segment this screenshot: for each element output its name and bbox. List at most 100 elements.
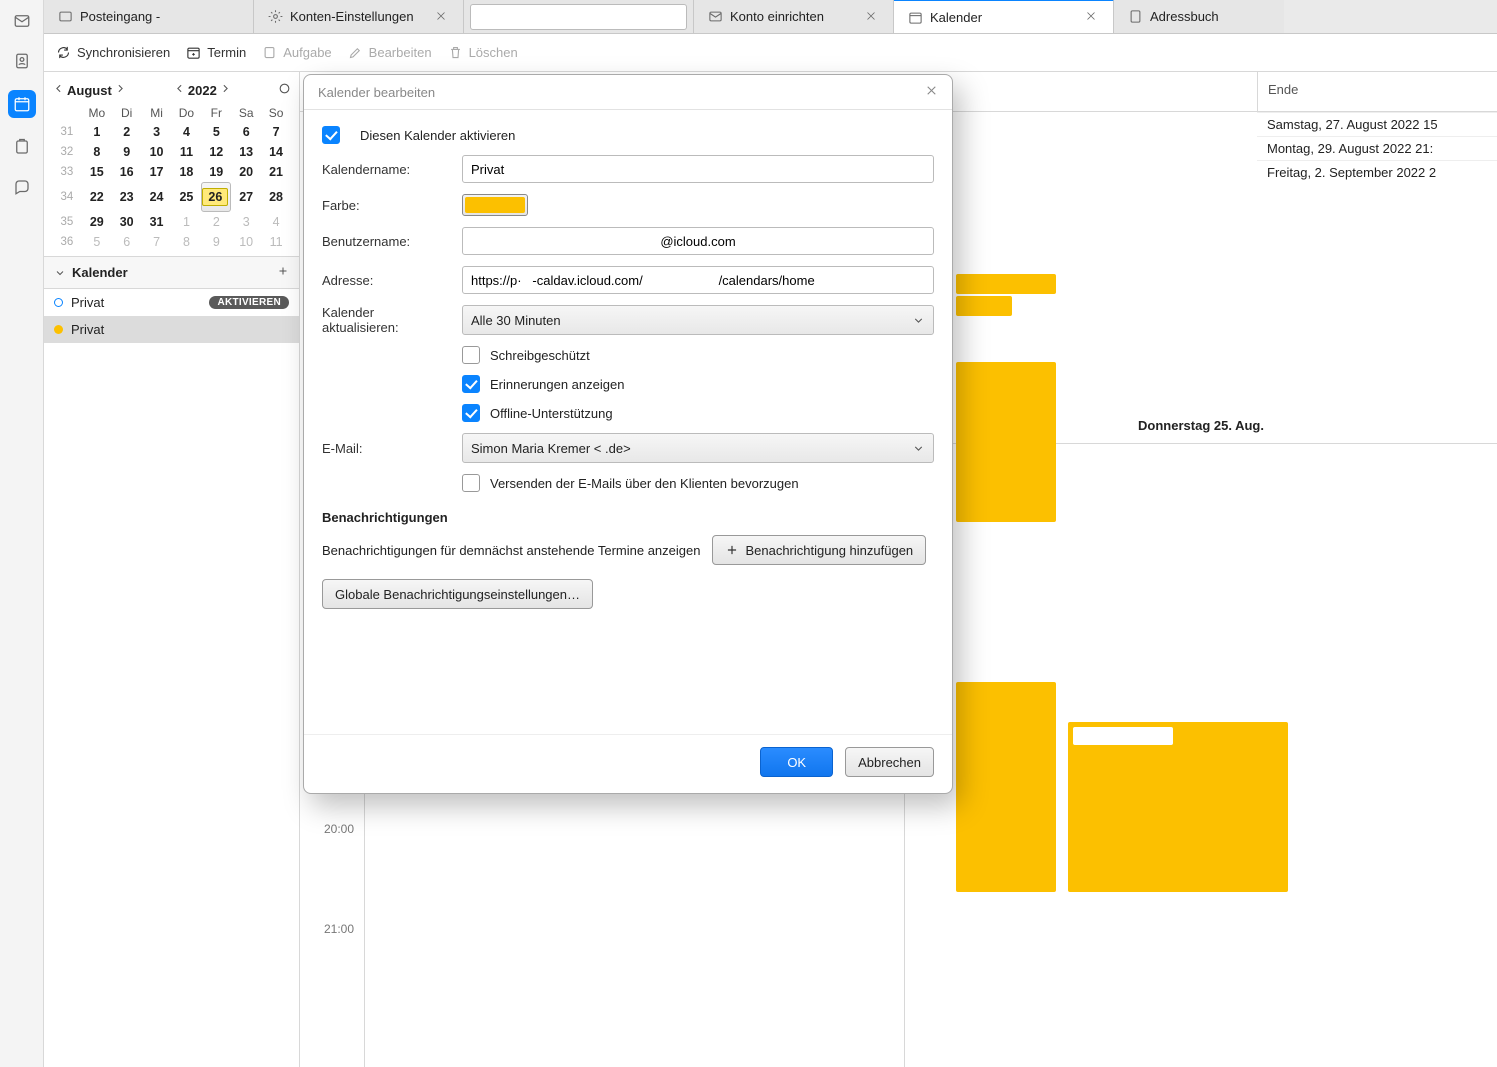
calendar-row[interactable]: Privat bbox=[44, 316, 299, 343]
delete-button[interactable]: Löschen bbox=[448, 45, 518, 60]
mini-calendar-day[interactable]: 3 bbox=[142, 122, 172, 142]
mini-calendar-day[interactable]: 2 bbox=[112, 122, 142, 142]
mini-calendar-day[interactable]: 8 bbox=[82, 142, 112, 162]
add-calendar-icon[interactable] bbox=[277, 265, 289, 280]
mini-calendar-day[interactable]: 25 bbox=[172, 182, 202, 212]
tab-addressbook[interactable]: Adressbuch bbox=[1114, 0, 1284, 33]
tasks-icon[interactable] bbox=[11, 136, 33, 158]
left-rail bbox=[0, 0, 44, 1067]
mini-calendar-day[interactable]: 28 bbox=[261, 182, 291, 212]
mini-calendar-day[interactable]: 12 bbox=[201, 142, 231, 162]
mini-calendar-day[interactable]: 7 bbox=[142, 232, 172, 252]
mini-calendar-day[interactable]: 10 bbox=[231, 232, 261, 252]
activate-badge[interactable]: AKTIVIEREN bbox=[209, 296, 289, 309]
mini-calendar-day[interactable]: 5 bbox=[201, 122, 231, 142]
username-input[interactable] bbox=[462, 227, 934, 255]
close-icon[interactable] bbox=[925, 84, 938, 100]
today-icon[interactable] bbox=[278, 82, 291, 98]
refresh-select[interactable]: Alle 30 Minuten bbox=[462, 305, 934, 335]
next-month-icon[interactable] bbox=[114, 82, 127, 98]
addressbook-icon[interactable] bbox=[11, 50, 33, 72]
calendar-icon[interactable] bbox=[8, 90, 36, 118]
activate-checkbox[interactable] bbox=[322, 126, 340, 144]
edit-button[interactable]: Bearbeiten bbox=[348, 45, 432, 60]
reminders-checkbox[interactable] bbox=[462, 375, 480, 393]
mini-calendar-day[interactable]: 7 bbox=[261, 122, 291, 142]
mini-calendar-day[interactable]: 19 bbox=[201, 162, 231, 182]
mini-calendar-day[interactable]: 14 bbox=[261, 142, 291, 162]
mail-icon[interactable] bbox=[11, 10, 33, 32]
agenda-row[interactable]: Samstag, 27. August 2022 15 bbox=[1257, 112, 1497, 136]
mini-calendar-day[interactable]: 11 bbox=[261, 232, 291, 252]
chat-icon[interactable] bbox=[11, 176, 33, 198]
mini-calendar-day[interactable]: 4 bbox=[261, 212, 291, 232]
agenda-row[interactable]: Montag, 29. August 2022 21: bbox=[1257, 136, 1497, 160]
event-button[interactable]: Termin bbox=[186, 45, 246, 60]
mini-calendar-day[interactable]: 20 bbox=[231, 162, 261, 182]
mini-calendar-day[interactable]: 3 bbox=[231, 212, 261, 232]
search-input[interactable] bbox=[470, 4, 687, 30]
global-notifications-button[interactable]: Globale Benachrichtigungseinstellungen… bbox=[322, 579, 593, 609]
tab-calendar[interactable]: Kalender bbox=[894, 0, 1114, 33]
mini-calendar-day[interactable]: 16 bbox=[112, 162, 142, 182]
mini-calendar-day[interactable]: 21 bbox=[261, 162, 291, 182]
mini-calendar-day[interactable]: 18 bbox=[172, 162, 202, 182]
mini-calendar-day[interactable]: 10 bbox=[142, 142, 172, 162]
calendar-list-header[interactable]: Kalender bbox=[44, 256, 299, 289]
tab-setup[interactable]: Konto einrichten bbox=[694, 0, 894, 33]
mini-calendar-day[interactable]: 6 bbox=[112, 232, 142, 252]
event-block[interactable] bbox=[956, 682, 1056, 892]
event-block[interactable] bbox=[956, 274, 1056, 294]
mini-calendar-day[interactable]: 15 bbox=[82, 162, 112, 182]
tab-inbox[interactable]: Posteingang - bbox=[44, 0, 254, 33]
sync-button[interactable]: Synchronisieren bbox=[56, 45, 170, 60]
mini-calendar-day[interactable]: 4 bbox=[172, 122, 202, 142]
tab-accounts[interactable]: Konten-Einstellungen bbox=[254, 0, 464, 33]
mini-calendar-day[interactable]: 29 bbox=[82, 212, 112, 232]
color-button[interactable] bbox=[462, 194, 528, 216]
ok-button[interactable]: OK bbox=[760, 747, 833, 777]
event-block[interactable] bbox=[1068, 722, 1288, 892]
mini-calendar-day[interactable]: 31 bbox=[142, 212, 172, 232]
email-select[interactable]: Simon Maria Kremer < .de> bbox=[462, 433, 934, 463]
address-input[interactable] bbox=[462, 266, 934, 294]
mini-calendar-day[interactable]: 22 bbox=[82, 182, 112, 212]
close-icon[interactable] bbox=[1085, 10, 1099, 24]
event-block[interactable] bbox=[956, 362, 1056, 522]
mini-calendar-day[interactable]: 9 bbox=[112, 142, 142, 162]
mini-calendar-day[interactable]: 5 bbox=[82, 232, 112, 252]
mini-calendar-day[interactable]: 9 bbox=[201, 232, 231, 252]
offline-checkbox[interactable] bbox=[462, 404, 480, 422]
mini-calendar-day[interactable]: 11 bbox=[172, 142, 202, 162]
mini-calendar-day[interactable]: 13 bbox=[231, 142, 261, 162]
prev-year-icon[interactable] bbox=[173, 82, 186, 98]
next-year-icon[interactable] bbox=[219, 82, 232, 98]
mini-calendar-day[interactable]: 24 bbox=[142, 182, 172, 212]
mini-calendar-day[interactable]: 1 bbox=[172, 212, 202, 232]
calendar-row[interactable]: Privat AKTIVIEREN bbox=[44, 289, 299, 316]
calendar-name: Privat bbox=[71, 322, 104, 337]
mini-calendar-grid[interactable]: MoDiMiDoFrSaSo 3112345673289101112131433… bbox=[52, 104, 291, 252]
mini-calendar-day[interactable]: 26 bbox=[201, 182, 231, 212]
prev-month-icon[interactable] bbox=[52, 82, 65, 98]
event-block[interactable] bbox=[956, 296, 1012, 316]
agenda-row[interactable]: Freitag, 2. September 2022 2 bbox=[1257, 160, 1497, 184]
sidebar: August 2022 MoDiMiDoFrSaSo 3112345673289… bbox=[44, 72, 300, 1067]
mini-calendar-day[interactable]: 8 bbox=[172, 232, 202, 252]
cancel-button[interactable]: Abbrechen bbox=[845, 747, 934, 777]
readonly-checkbox[interactable] bbox=[462, 346, 480, 364]
calendar-name-input[interactable] bbox=[462, 155, 934, 183]
mini-calendar-day[interactable]: 1 bbox=[82, 122, 112, 142]
plus-icon bbox=[725, 543, 739, 557]
mini-calendar-day[interactable]: 2 bbox=[201, 212, 231, 232]
mini-calendar-day[interactable]: 17 bbox=[142, 162, 172, 182]
prefer-client-checkbox[interactable] bbox=[462, 474, 480, 492]
mini-calendar-day[interactable]: 30 bbox=[112, 212, 142, 232]
mini-calendar-day[interactable]: 23 bbox=[112, 182, 142, 212]
mini-calendar-day[interactable]: 27 bbox=[231, 182, 261, 212]
task-button[interactable]: Aufgabe bbox=[262, 45, 331, 60]
close-icon[interactable] bbox=[865, 10, 879, 24]
close-icon[interactable] bbox=[435, 10, 449, 24]
add-notification-button[interactable]: Benachrichtigung hinzufügen bbox=[712, 535, 926, 565]
mini-calendar-day[interactable]: 6 bbox=[231, 122, 261, 142]
